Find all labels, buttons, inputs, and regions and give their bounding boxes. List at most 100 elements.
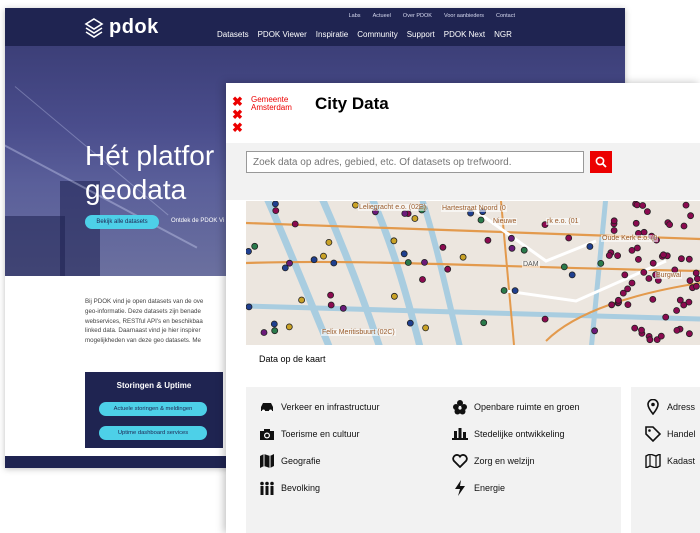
map-marker[interactable] bbox=[685, 330, 693, 338]
search-input[interactable] bbox=[246, 151, 584, 173]
map-marker[interactable] bbox=[511, 287, 519, 294]
map-marker[interactable] bbox=[327, 291, 334, 299]
map-marker[interactable] bbox=[657, 332, 665, 340]
discover-viewer-link[interactable]: Ontdek de PDOK Vi bbox=[171, 218, 224, 224]
map-marker[interactable] bbox=[632, 219, 640, 227]
map-marker[interactable] bbox=[327, 301, 335, 309]
map-marker[interactable] bbox=[666, 221, 674, 229]
util-nav-voor-aanbieders[interactable]: Voor aanbieders bbox=[444, 13, 484, 19]
map-marker[interactable] bbox=[390, 237, 398, 245]
map-marker[interactable] bbox=[624, 301, 632, 308]
category-bevolking[interactable]: Bevolking bbox=[259, 480, 320, 496]
map-marker[interactable] bbox=[568, 271, 576, 279]
map-marker[interactable] bbox=[640, 269, 648, 276]
category-verkeer[interactable]: Verkeer en infrastructuur bbox=[259, 399, 380, 415]
map-marker[interactable] bbox=[298, 296, 305, 304]
map-marker[interactable] bbox=[422, 324, 430, 332]
current-outages-button[interactable]: Actuele storingen & meldingen bbox=[99, 402, 207, 416]
map-marker[interactable] bbox=[692, 269, 700, 277]
map-marker[interactable] bbox=[444, 265, 452, 273]
map-marker[interactable] bbox=[246, 303, 253, 311]
map-marker[interactable] bbox=[645, 275, 653, 282]
map-marker[interactable] bbox=[686, 277, 694, 284]
map-marker[interactable] bbox=[605, 252, 613, 259]
map-marker[interactable] bbox=[614, 296, 622, 304]
map-marker[interactable] bbox=[507, 234, 515, 242]
map-marker[interactable] bbox=[480, 319, 488, 327]
pdok-logo[interactable]: pdok bbox=[83, 16, 159, 39]
map-marker[interactable] bbox=[649, 259, 657, 267]
map-marker[interactable] bbox=[565, 234, 573, 242]
category-stedelijke-ontwikkeling[interactable]: Stedelijke ontwikkeling bbox=[452, 426, 565, 442]
map-marker[interactable] bbox=[404, 259, 412, 266]
map-marker[interactable] bbox=[673, 326, 681, 334]
map-marker[interactable] bbox=[500, 287, 508, 294]
amsterdam-crosses-logo[interactable]: ✖ ✖ ✖ bbox=[232, 95, 244, 134]
map-marker[interactable] bbox=[411, 215, 419, 222]
map-marker[interactable] bbox=[246, 248, 252, 255]
map-marker[interactable] bbox=[624, 285, 632, 293]
map-marker[interactable] bbox=[281, 264, 289, 272]
map-marker[interactable] bbox=[687, 212, 695, 220]
map-marker[interactable] bbox=[633, 244, 641, 252]
map-marker[interactable] bbox=[339, 304, 347, 312]
map-marker[interactable] bbox=[401, 210, 409, 217]
category-geografie[interactable]: Geografie bbox=[259, 453, 321, 469]
map-marker[interactable] bbox=[628, 279, 636, 287]
category-handel[interactable]: Handel bbox=[645, 426, 696, 442]
map-marker[interactable] bbox=[272, 207, 280, 215]
map-marker[interactable] bbox=[680, 222, 688, 230]
map-marker[interactable] bbox=[310, 256, 318, 264]
map-marker[interactable] bbox=[694, 275, 700, 283]
category-energie[interactable]: Energie bbox=[452, 480, 505, 496]
uptime-dashboard-button[interactable]: Uptime dashboard services bbox=[99, 426, 207, 440]
map-marker[interactable] bbox=[271, 327, 279, 335]
map-marker[interactable] bbox=[610, 217, 618, 225]
map-marker[interactable] bbox=[639, 202, 647, 209]
map-marker[interactable] bbox=[659, 251, 667, 259]
map-marker[interactable] bbox=[692, 282, 700, 290]
map-marker[interactable] bbox=[285, 323, 293, 331]
map-marker[interactable] bbox=[406, 319, 414, 327]
map-marker[interactable] bbox=[291, 220, 299, 228]
map-marker[interactable] bbox=[586, 243, 594, 250]
city-map[interactable]: Leliegracht e.o. (02E) Hartestraat Noord… bbox=[246, 201, 700, 345]
map-marker[interactable] bbox=[682, 201, 690, 209]
category-openbare-ruimte[interactable]: Openbare ruimte en groen bbox=[452, 399, 580, 415]
nav-pdok-next[interactable]: PDOK Next bbox=[444, 30, 485, 39]
map-marker[interactable] bbox=[390, 292, 398, 300]
map-marker[interactable] bbox=[320, 252, 327, 260]
map-marker[interactable] bbox=[610, 227, 618, 234]
map-marker[interactable] bbox=[638, 326, 645, 334]
map-marker[interactable] bbox=[541, 315, 549, 323]
category-kadaster[interactable]: Kadast bbox=[645, 453, 695, 469]
category-zorg[interactable]: Zorg en welzijn bbox=[452, 453, 535, 469]
map-marker[interactable] bbox=[680, 301, 688, 309]
map-marker[interactable] bbox=[649, 296, 657, 303]
map-marker[interactable] bbox=[621, 271, 629, 279]
util-nav-labs[interactable]: Labs bbox=[349, 13, 361, 19]
map-marker[interactable] bbox=[520, 246, 528, 254]
category-toerisme[interactable]: Toerisme en cultuur bbox=[259, 426, 360, 442]
map-marker[interactable] bbox=[400, 250, 408, 258]
category-adressen[interactable]: Adress bbox=[645, 399, 695, 415]
map-marker[interactable] bbox=[272, 201, 279, 208]
map-marker[interactable] bbox=[270, 320, 278, 328]
util-nav-over-pdok[interactable]: Over PDOK bbox=[403, 13, 432, 19]
map-marker[interactable] bbox=[419, 276, 426, 283]
map-marker[interactable] bbox=[597, 260, 605, 267]
map-marker[interactable] bbox=[662, 313, 670, 321]
map-marker[interactable] bbox=[646, 336, 654, 344]
map-marker[interactable] bbox=[251, 242, 259, 250]
map-marker[interactable] bbox=[260, 329, 268, 336]
map-marker[interactable] bbox=[643, 208, 651, 216]
util-nav-actueel[interactable]: Actueel bbox=[373, 13, 391, 19]
map-marker[interactable] bbox=[634, 256, 642, 263]
map-marker[interactable] bbox=[439, 243, 447, 251]
map-marker[interactable] bbox=[673, 307, 681, 314]
util-nav-contact[interactable]: Contact bbox=[496, 13, 515, 19]
nav-community[interactable]: Community bbox=[357, 30, 397, 39]
map-marker[interactable] bbox=[421, 259, 428, 266]
search-button[interactable] bbox=[590, 151, 612, 173]
map-marker[interactable] bbox=[508, 244, 516, 252]
